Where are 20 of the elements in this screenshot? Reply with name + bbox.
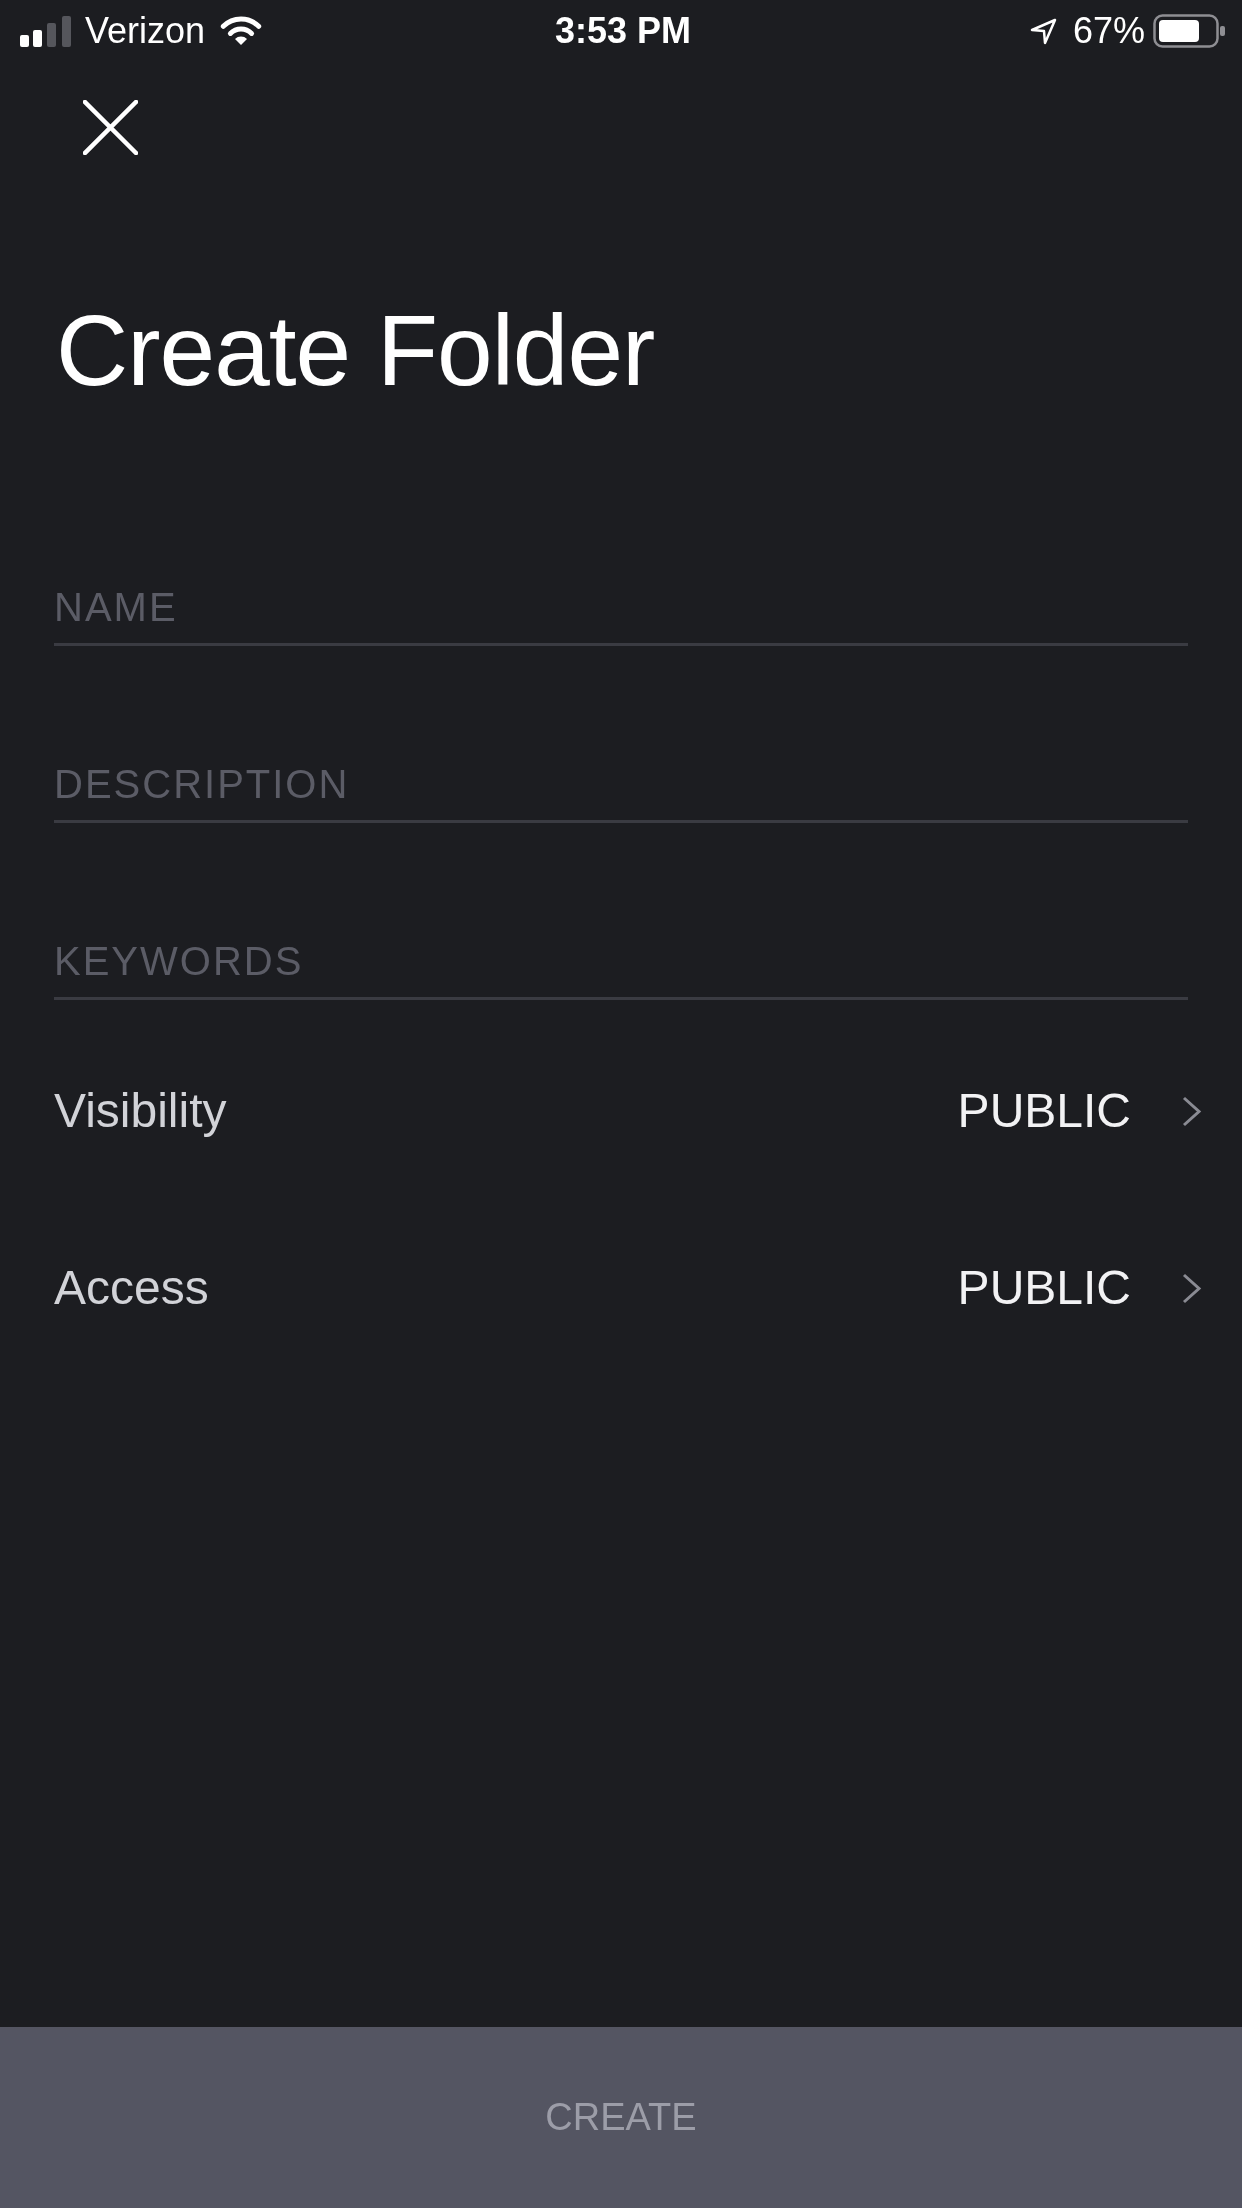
chevron-right-icon <box>1182 1272 1202 1304</box>
text-field[interactable]: NAME <box>54 586 1188 646</box>
option-label: Access <box>54 1260 210 1316</box>
battery-percent: 67% <box>1072 10 1145 52</box>
status-time: 3:53 PM <box>554 10 692 52</box>
chevron-right-icon <box>1182 1095 1202 1127</box>
option-value: PUBLIC <box>957 1260 1131 1316</box>
page-title: Create Folder <box>56 293 656 408</box>
text-field[interactable]: KEYWORDS <box>54 940 1188 1000</box>
text-field[interactable]: DESCRIPTION <box>54 763 1188 823</box>
option-row[interactable]: Access PUBLIC <box>0 1240 1242 1336</box>
carrier-name: Verizon <box>85 10 206 52</box>
option-value: PUBLIC <box>957 1083 1131 1139</box>
option-row[interactable]: Visibility PUBLIC <box>0 1063 1242 1159</box>
close-icon <box>83 100 138 155</box>
battery-icon <box>1153 14 1226 48</box>
signal-icon <box>20 15 71 47</box>
location-arrow-icon <box>1029 17 1057 45</box>
wifi-icon <box>219 15 264 47</box>
option-label: Visibility <box>54 1083 228 1139</box>
